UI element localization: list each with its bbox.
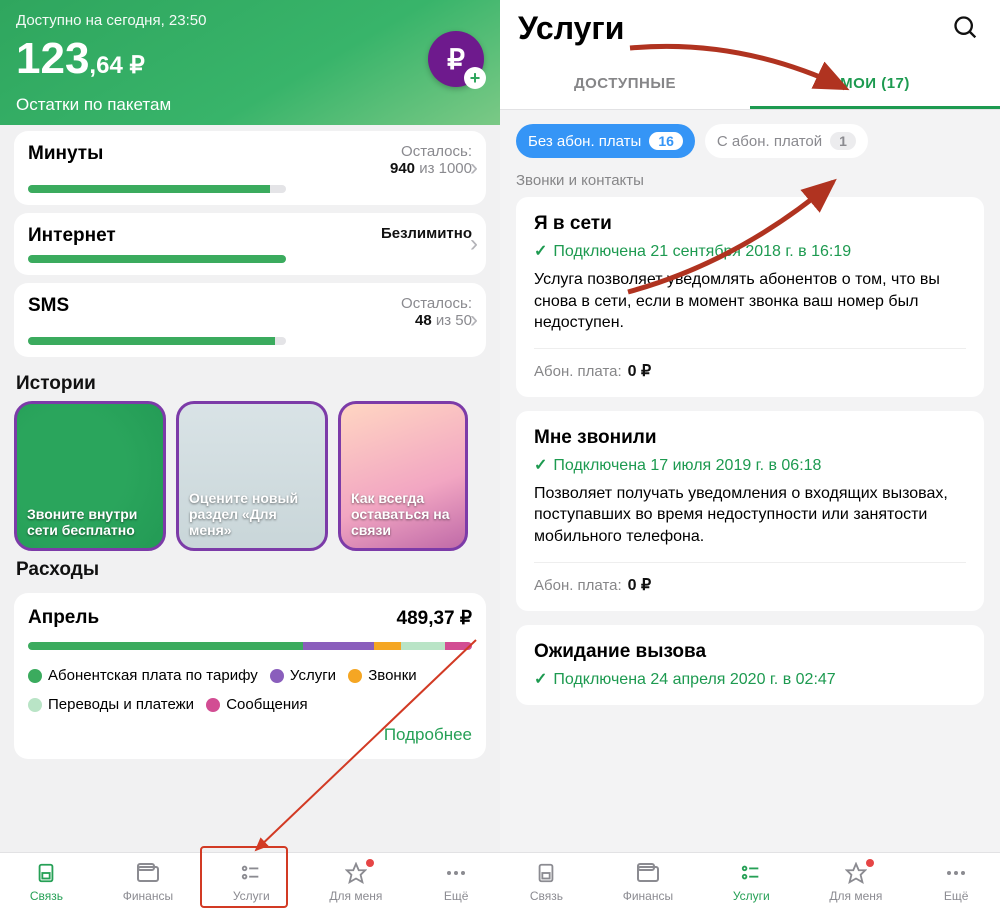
pack-sms[interactable]: SMS Осталось:48 из 50 › — [14, 283, 486, 357]
sliders-icon — [237, 861, 265, 885]
balance-header: Доступно на сегодня, 23:50 123,64 ₽ ₽ + … — [0, 0, 500, 125]
pack-minutes[interactable]: Минуты Осталось:940 из 1000 › — [14, 131, 486, 205]
chevron-right-icon: › — [470, 154, 478, 182]
tab-finance[interactable]: Финансы — [123, 861, 173, 903]
connected-status: Подключена 17 июля 2019 г. в 06:18 — [534, 455, 966, 475]
notification-dot-icon — [866, 859, 874, 867]
plus-icon: + — [464, 67, 486, 89]
tab-forme[interactable]: Для меня — [829, 861, 882, 903]
dots-icon — [942, 861, 970, 885]
chevron-right-icon: › — [470, 230, 478, 258]
notification-dot-icon — [366, 859, 374, 867]
page-title: Услуги — [518, 10, 624, 47]
tab-mine[interactable]: МОИ (17) — [750, 61, 1000, 109]
connected-status: Подключена 21 сентября 2018 г. в 16:19 — [534, 241, 966, 261]
pack-internet[interactable]: Интернет Безлимитно › — [14, 213, 486, 275]
tab-more[interactable]: Ещё — [942, 861, 970, 903]
service-card[interactable]: Ожидание вызова Подключена 24 апреля 202… — [516, 625, 984, 705]
ruble-icon: ₽ — [447, 43, 465, 76]
expenses-more-link[interactable]: Подробнее — [28, 725, 472, 745]
phone-home: Доступно на сегодня, 23:50 123,64 ₽ ₽ + … — [0, 0, 500, 913]
chip-no-fee[interactable]: Без абон. платы 16 — [516, 124, 695, 158]
dots-icon — [442, 861, 470, 885]
connected-status: Подключена 24 апреля 2020 г. в 02:47 — [534, 669, 966, 689]
search-icon — [952, 14, 980, 42]
tab-available[interactable]: ДОСТУПНЫЕ — [500, 61, 750, 109]
expenses-total: 489,37 ₽ — [397, 607, 472, 630]
balance-amount[interactable]: 123,64 ₽ — [16, 34, 145, 84]
tab-finance[interactable]: Финансы — [623, 861, 673, 903]
chip-with-fee[interactable]: С абон. платой 1 — [705, 124, 868, 158]
available-label: Доступно на сегодня, 23:50 — [16, 12, 484, 29]
packs-header: Остатки по пакетам — [16, 95, 484, 115]
expenses-bar — [28, 642, 472, 650]
wallet-icon — [634, 861, 662, 885]
tabbar: Связь Финансы Услуги Для меня Ещё — [500, 852, 1000, 913]
expenses-month: Апрель — [28, 607, 99, 630]
tab-forme[interactable]: Для меня — [329, 861, 382, 903]
story-card[interactable]: Как всегда оставаться на связи — [338, 401, 468, 551]
tab-connection[interactable]: Связь — [30, 861, 63, 903]
group-label: Звонки и контакты — [500, 172, 1000, 197]
sliders-icon — [737, 861, 765, 885]
chevron-right-icon: › — [470, 306, 478, 334]
topup-button[interactable]: ₽ + — [428, 31, 484, 87]
expenses-legend: Абонентская плата по тарифу Услуги Звонк… — [28, 662, 472, 719]
wallet-icon — [134, 861, 162, 885]
service-card[interactable]: Мне звонили Подключена 17 июля 2019 г. в… — [516, 411, 984, 611]
tab-services[interactable]: Услуги — [233, 861, 270, 903]
search-button[interactable] — [952, 14, 982, 44]
stories-header: Истории — [0, 365, 500, 401]
tab-more[interactable]: Ещё — [442, 861, 470, 903]
service-card[interactable]: Я в сети Подключена 21 сентября 2018 г. … — [516, 197, 984, 397]
tab-connection[interactable]: Связь — [530, 861, 563, 903]
tabbar: Связь Финансы Услуги Для меня Ещё — [0, 852, 500, 913]
tab-services[interactable]: Услуги — [733, 861, 770, 903]
phone-services: Услуги ДОСТУПНЫЕ МОИ (17) Без абон. плат… — [500, 0, 1000, 913]
story-card[interactable]: Звоните внутри сети бесплатно — [14, 401, 166, 551]
sim-icon — [32, 861, 60, 885]
story-card[interactable]: Оцените новый раздел «Для меня» — [176, 401, 328, 551]
expenses-card[interactable]: Апрель 489,37 ₽ Абонентская плата по тар… — [14, 593, 486, 759]
expenses-header: Расходы — [0, 551, 500, 587]
sim-icon — [532, 861, 560, 885]
